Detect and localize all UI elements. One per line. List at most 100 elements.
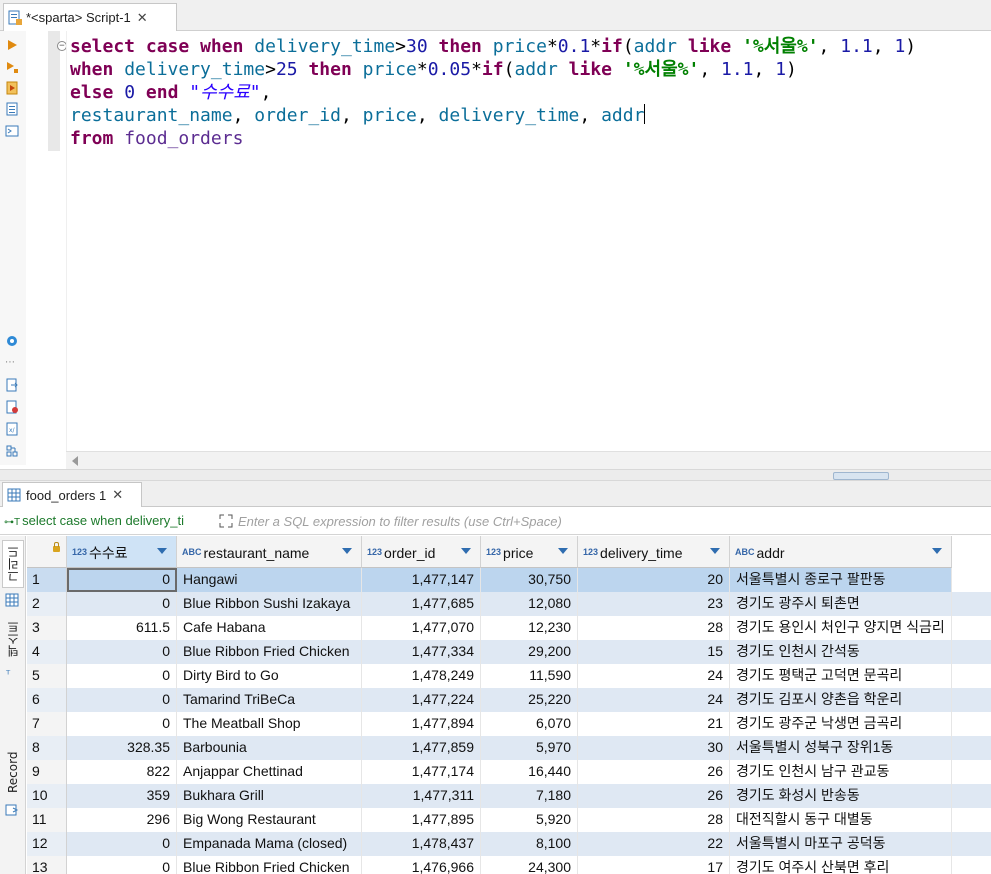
cell-restaurant-name[interactable]: Anjappar Chettinad [177,760,362,784]
row-number[interactable]: 7 [27,712,67,736]
table-row[interactable]: 3 611.5 Cafe Habana 1,477,070 12,230 28 경기도 용인… [27,616,991,640]
cell-delivery-time[interactable]: 26 [578,784,730,808]
cell-order-id[interactable]: 1,477,224 [362,688,481,712]
tab-script-1[interactable]: *<sparta> Script-1 ✕ [3,3,177,31]
row-number[interactable]: 8 [27,736,67,760]
cell-fee[interactable]: 0 [67,640,177,664]
cell-order-id[interactable]: 1,477,311 [362,784,481,808]
cell-order-id[interactable]: 1,477,685 [362,592,481,616]
expand-icon[interactable] [218,513,234,529]
chevron-down-icon[interactable] [342,548,352,554]
cell-price[interactable]: 11,590 [481,664,578,688]
cell-restaurant-name[interactable]: Big Wong Restaurant [177,808,362,832]
text-icon[interactable]: ᵀ [6,668,10,681]
cell-delivery-time[interactable]: 17 [578,856,730,874]
cell-addr[interactable]: 서울특별시 성북구 장위1동 [730,736,952,760]
cell-restaurant-name[interactable]: Bukhara Grill [177,784,362,808]
table-row[interactable]: 7 0 The Meatball Shop 1,477,894 6,070 21 경기도 광… [27,712,991,736]
cell-price[interactable]: 12,230 [481,616,578,640]
table-row[interactable]: 5 0 Dirty Bird to Go 1,478,249 11,590 24 경기도 평… [27,664,991,688]
cell-addr[interactable]: 경기도 광주시 퇴촌면 [730,592,952,616]
table-row[interactable]: 8 328.35 Barbounia 1,477,859 5,970 30 서울특별시 성북… [27,736,991,760]
cell-fee[interactable]: 0 [67,688,177,712]
cell-fee[interactable]: 328.35 [67,736,177,760]
cell-price[interactable]: 12,080 [481,592,578,616]
close-icon[interactable]: ✕ [112,487,123,503]
row-number[interactable]: 4 [27,640,67,664]
cell-delivery-time[interactable]: 30 [578,736,730,760]
table-row[interactable]: 1 0 Hangawi 1,477,147 30,750 20 서울특별시 종로구 팔판동 [27,568,991,592]
column-header-price[interactable]: 123 price [481,536,578,568]
explain-plan-icon[interactable] [4,80,20,96]
row-number[interactable]: 13 [27,856,67,874]
cell-restaurant-name[interactable]: Hangawi [177,568,362,592]
cell-fee[interactable]: 822 [67,760,177,784]
column-header-order-id[interactable]: 123 order_id [362,536,481,568]
table-row[interactable]: 11 296 Big Wong Restaurant 1,477,895 5,920 28… [27,808,991,832]
cell-price[interactable]: 6,070 [481,712,578,736]
cell-price[interactable]: 30,750 [481,568,578,592]
cell-delivery-time[interactable]: 26 [578,760,730,784]
cell-addr[interactable]: 경기도 화성시 반송동 [730,784,952,808]
chevron-down-icon[interactable] [157,548,167,554]
cell-price[interactable]: 8,100 [481,832,578,856]
cell-fee[interactable]: 0 [67,856,177,874]
cell-fee[interactable]: 296 [67,808,177,832]
sql-code[interactable]: select case when delivery_time>30 then p… [70,35,916,150]
cell-price[interactable]: 29,200 [481,640,578,664]
row-number[interactable]: 2 [27,592,67,616]
cell-delivery-time[interactable]: 24 [578,688,730,712]
filter-input[interactable] [238,511,978,532]
cell-delivery-time[interactable]: 28 [578,808,730,832]
cell-price[interactable]: 24,300 [481,856,578,874]
row-number[interactable]: 3 [27,616,67,640]
grid-icon[interactable] [5,592,19,611]
cell-restaurant-name[interactable]: Blue Ribbon Fried Chicken [177,640,362,664]
settings-icon[interactable] [4,333,20,349]
table-row[interactable]: 6 0 Tamarind TriBeCa 1,477,224 25,220 24 경기도 김… [27,688,991,712]
column-header-addr[interactable]: ABC addr [730,536,952,568]
save-script-icon[interactable] [4,123,20,139]
table-row[interactable]: 10 359 Bukhara Grill 1,477,311 7,180 26 경기도 화성… [27,784,991,808]
cell-addr[interactable]: 경기도 평택군 고덕면 문곡리 [730,664,952,688]
cell-restaurant-name[interactable]: Blue Ribbon Sushi Izakaya [177,592,362,616]
table-row[interactable]: 9 822 Anjappar Chettinad 1,477,174 16,440 26 경… [27,760,991,784]
cell-delivery-time[interactable]: 28 [578,616,730,640]
row-number[interactable]: 10 [27,784,67,808]
cell-restaurant-name[interactable]: Blue Ribbon Fried Chicken [177,856,362,874]
cell-restaurant-name[interactable]: Empanada Mama (closed) [177,832,362,856]
cell-delivery-time[interactable]: 20 [578,568,730,592]
panel-splitter[interactable] [0,469,991,481]
cell-order-id[interactable]: 1,477,859 [362,736,481,760]
table-row[interactable]: 12 0 Empanada Mama (closed) 1,478,437 8,100 2… [27,832,991,856]
cell-price[interactable]: 5,970 [481,736,578,760]
more-icon[interactable]: ⋯ [5,357,16,368]
cell-addr[interactable]: 경기도 인천시 남구 관교동 [730,760,952,784]
cell-addr[interactable]: 경기도 광주군 낙생면 금곡리 [730,712,952,736]
splitter-handle[interactable] [833,472,889,480]
cell-order-id[interactable]: 1,476,966 [362,856,481,874]
cell-fee[interactable]: 0 [67,592,177,616]
column-header-delivery-time[interactable]: 123 delivery_time [578,536,730,568]
cell-delivery-time[interactable]: 24 [578,664,730,688]
cell-restaurant-name[interactable]: Cafe Habana [177,616,362,640]
cell-order-id[interactable]: 1,477,334 [362,640,481,664]
chevron-down-icon[interactable] [932,548,942,554]
cell-order-id[interactable]: 1,477,147 [362,568,481,592]
export-icon[interactable] [4,377,20,393]
sql-editor[interactable]: select case when delivery_time>30 then p… [66,31,991,451]
cell-restaurant-name[interactable]: Barbounia [177,736,362,760]
load-script-icon[interactable] [4,101,20,117]
scroll-left-icon[interactable] [72,456,78,466]
cell-fee[interactable]: 0 [67,664,177,688]
cell-fee[interactable]: 0 [67,712,177,736]
template-icon[interactable]: x/ [4,421,20,437]
cell-order-id[interactable]: 1,477,895 [362,808,481,832]
cell-restaurant-name[interactable]: Dirty Bird to Go [177,664,362,688]
column-header-restaurant-name[interactable]: ABC restaurant_name [177,536,362,568]
cell-fee[interactable]: 0 [67,568,177,592]
cell-delivery-time[interactable]: 21 [578,712,730,736]
cell-addr[interactable]: 서울특별시 종로구 팔판동 [730,568,952,592]
record-icon[interactable] [5,802,19,821]
cell-fee[interactable]: 0 [67,832,177,856]
